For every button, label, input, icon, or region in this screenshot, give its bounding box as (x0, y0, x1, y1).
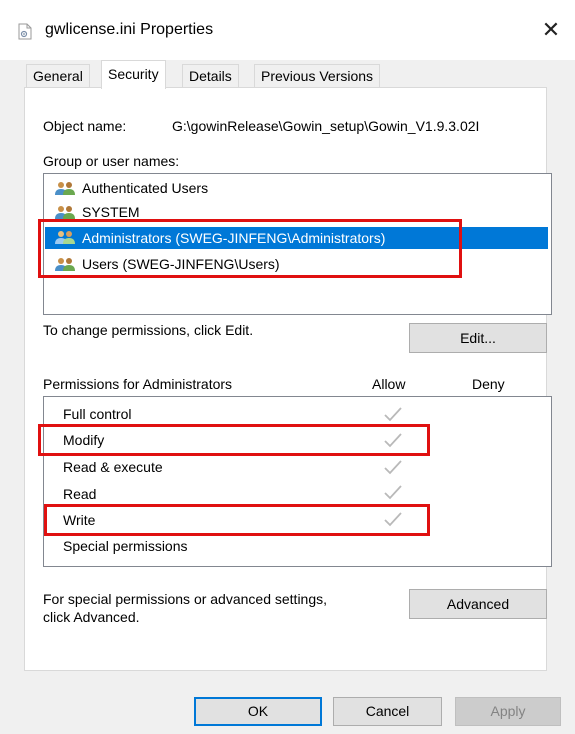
close-button[interactable]: ✕ (534, 14, 568, 46)
tab-previous-versions[interactable]: Previous Versions (254, 64, 381, 88)
apply-button[interactable]: Apply (455, 697, 561, 726)
checkmark-icon (383, 459, 403, 475)
tab-general[interactable]: General (26, 64, 90, 88)
deny-header: Deny (472, 376, 505, 392)
ok-button[interactable]: OK (194, 697, 322, 726)
list-item-system[interactable]: SYSTEM (82, 204, 140, 217)
permissions-label: Permissions for Administrators (43, 376, 233, 392)
permission-read-execute: Read & execute (63, 459, 163, 475)
edit-button[interactable]: Edit... (409, 323, 547, 353)
cancel-button[interactable]: Cancel (333, 697, 442, 726)
allow-header: Allow (372, 376, 406, 392)
highlight-box-modify (38, 424, 430, 456)
checkmark-icon (383, 484, 403, 500)
object-name-label: Object name: (43, 118, 127, 134)
users-icon (54, 181, 76, 195)
checkmark-icon (383, 406, 403, 422)
change-permissions-text: To change permissions, click Edit. (43, 322, 254, 338)
advanced-text-line1: For special permissions or advanced sett… (43, 591, 328, 607)
highlight-box-write (44, 504, 430, 536)
window-title: gwlicense.ini Properties (45, 21, 214, 38)
group-names-label: Group or user names: (43, 153, 180, 169)
list-item-authenticated-users[interactable]: Authenticated Users (82, 180, 208, 196)
users-icon (54, 205, 76, 219)
advanced-button[interactable]: Advanced (409, 589, 547, 619)
tab-details[interactable]: Details (182, 64, 239, 88)
highlight-box-groups (38, 219, 462, 278)
permission-special: Special permissions (63, 538, 188, 554)
permission-read: Read (63, 486, 97, 502)
object-name-value: G:\gowinRelease\Gowin_setup\Gowin_V1.9.3… (172, 118, 480, 134)
advanced-text-line2: click Advanced. (43, 609, 140, 625)
ini-file-icon (18, 23, 32, 40)
tab-security[interactable]: Security (101, 60, 166, 89)
permission-full-control: Full control (63, 406, 132, 422)
